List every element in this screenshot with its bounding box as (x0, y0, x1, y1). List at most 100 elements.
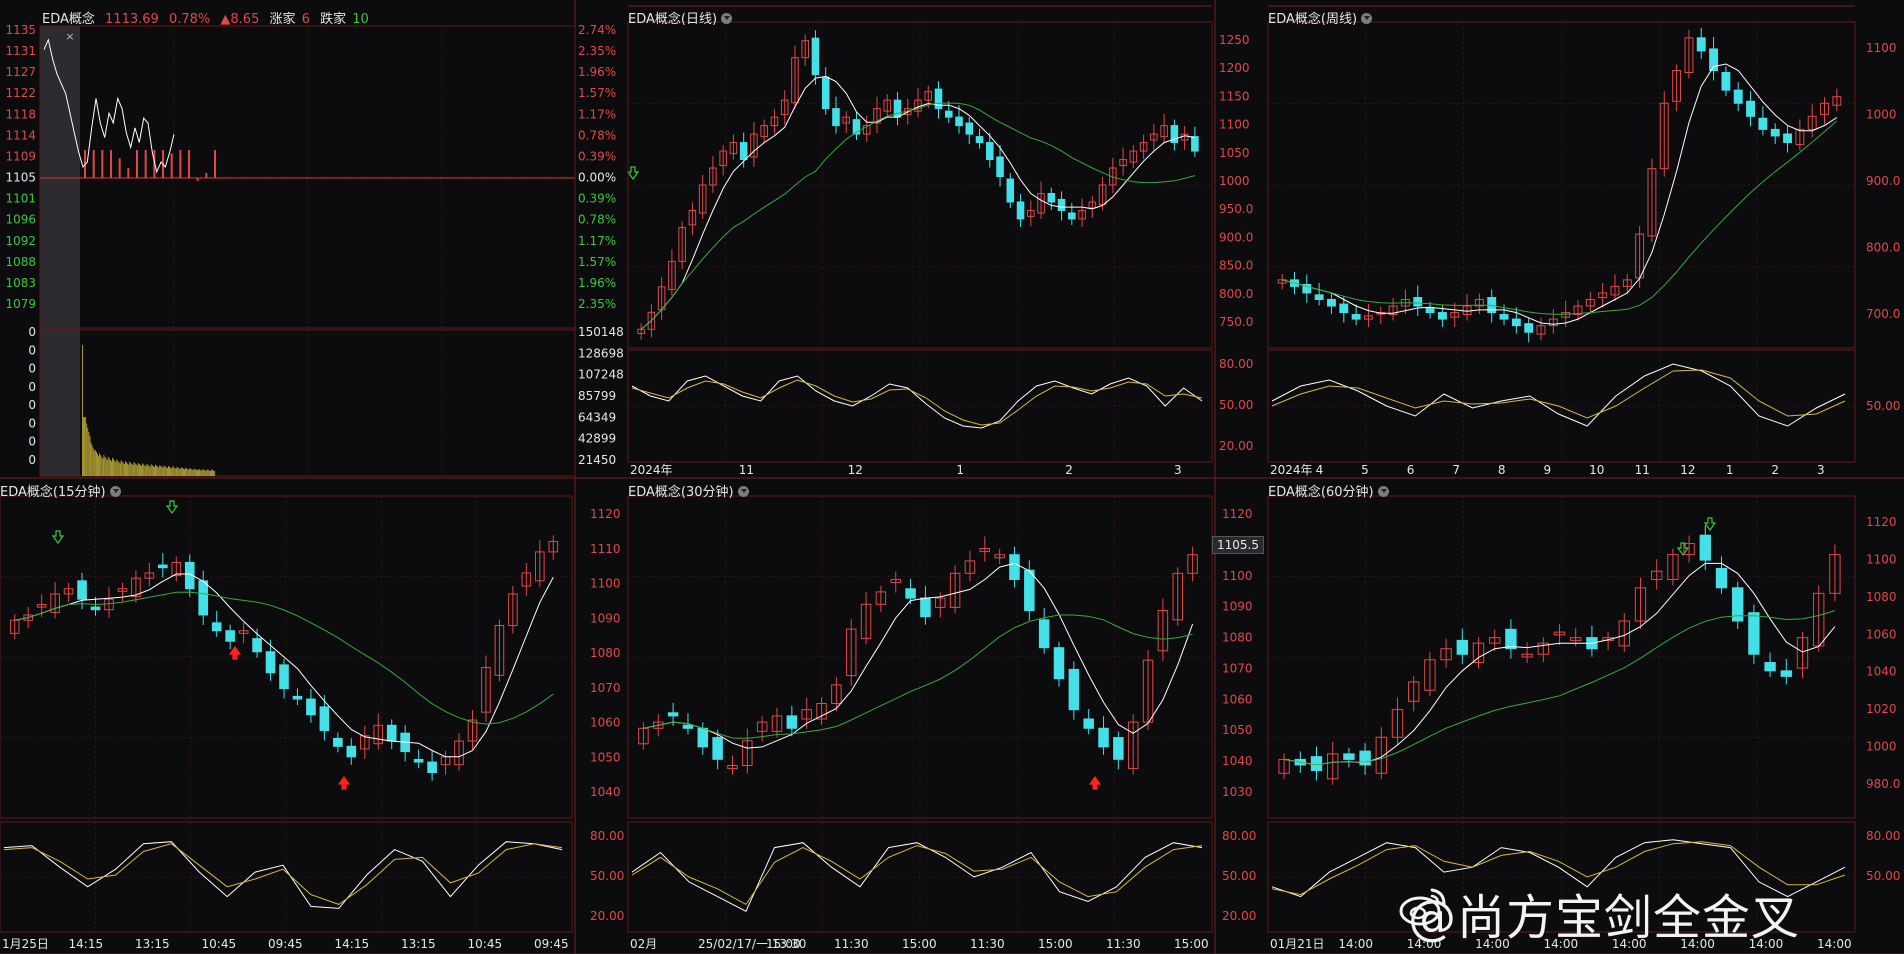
candle-body (1696, 37, 1706, 52)
y-tick-label: 1150 (1219, 89, 1250, 103)
x-tick-label: 9 (1544, 463, 1552, 477)
volume-bar (103, 455, 105, 476)
candle-body (739, 142, 748, 161)
volume-bar (128, 464, 130, 476)
30min-kline-chart[interactable]: 1120 1110 1100 1090 1080 1070 1060 1050 1040 80.0… (590, 495, 1213, 951)
volume-tick-label: 0 (28, 362, 36, 376)
y-tick-label-right: 1120 (1866, 515, 1897, 529)
candle-body (1499, 314, 1509, 320)
volume-tick-label: 128698 (578, 346, 624, 360)
volume-bar (179, 469, 181, 476)
minute-bar (101, 150, 104, 178)
close-marker-icon: × (65, 30, 74, 43)
x-tick-label: 11 (739, 463, 754, 477)
x-tick-label: 2 (1771, 463, 1779, 477)
y-tick-label-right: 700.0 (1866, 307, 1900, 321)
price-tick-label: 1105 (5, 171, 36, 185)
x-tick-label: 2024年 (1270, 463, 1313, 477)
volume-tick-label: 0 (28, 416, 36, 430)
weekly-kline-chart[interactable]: 1250 1200 1150 1100 1050 1000 950.0 900.0 850.0 8… (1219, 21, 1900, 477)
settings-dropdown-icon[interactable] (1377, 486, 1389, 497)
m15-panel-title[interactable]: EDA概念(15分钟) (0, 481, 121, 500)
volume-bar (99, 453, 100, 476)
volume-tick-label: 64349 (578, 410, 616, 424)
volume-bar (169, 466, 170, 476)
daily-panel-title[interactable]: EDA概念(日线) (628, 8, 733, 27)
y-tick-label: 850.0 (1219, 259, 1253, 273)
oscillator-k-line (631, 842, 1203, 912)
volume-bar (207, 469, 209, 476)
volume-bar (84, 417, 85, 476)
price-tick-label: 1079 (5, 297, 36, 311)
crosshair-price-label: 1105.5 (1212, 536, 1264, 554)
volume-bar (150, 464, 152, 476)
volume-bar (172, 466, 174, 476)
settings-dropdown-icon[interactable] (109, 486, 121, 497)
volume-bar (87, 427, 89, 476)
volume-tick-label: 0 (28, 398, 36, 412)
volume-bar (189, 468, 191, 476)
candle-body (265, 651, 276, 674)
price-tick-label: 1092 (5, 234, 36, 248)
x-tick-label: 6 (1407, 463, 1415, 477)
m15-title-text: EDA概念(15分钟) (0, 485, 106, 500)
settings-dropdown-icon[interactable] (737, 486, 749, 497)
volume-bar (119, 463, 121, 476)
candle-body (252, 638, 262, 653)
signal-arrow-icon (337, 775, 351, 790)
volume-tick-label: 0 (28, 435, 36, 449)
volume-tick-label: 42899 (578, 432, 616, 446)
volume-bar (110, 459, 111, 476)
candle-body (667, 712, 679, 717)
candle-body (975, 136, 984, 144)
settings-dropdown-icon[interactable] (1361, 13, 1373, 24)
volume-bar (208, 470, 210, 476)
volume-bar (162, 467, 164, 476)
signal-arrow-icon (51, 530, 65, 545)
intraday-chart[interactable]: 1135 1131 1127 1122 1118 1114 1109 1105 1101 1096… (5, 23, 624, 477)
x-tick-label: 2 (1065, 463, 1073, 477)
candle-body (1083, 718, 1094, 729)
minute-bar (214, 150, 216, 178)
candle-body (786, 715, 798, 729)
y-tick-label: 1120 (1222, 507, 1253, 521)
volume-bar (161, 466, 163, 476)
oscillator-d-line (1271, 369, 1846, 419)
volume-tick-label: 0 (28, 343, 36, 357)
x-tick-label: 15:00 (1038, 937, 1073, 951)
price-tick-label: 1118 (5, 107, 36, 121)
y-tick-label: 1080 (590, 646, 621, 660)
m60-panel-title[interactable]: EDA概念(60分钟) (1268, 481, 1389, 500)
oscillator-d-line (3, 843, 563, 905)
y-tick-label-right: 1100 (1866, 41, 1897, 55)
m30-panel-title[interactable]: EDA概念(30分钟) (628, 481, 749, 500)
x-tick-label: 8 (1498, 463, 1506, 477)
candle-body (944, 110, 953, 118)
volume-bar (92, 448, 94, 476)
volume-bar (115, 462, 117, 476)
weekly-title-text: EDA概念(周线) (1268, 12, 1358, 27)
y-tick-label: 1100 (1219, 118, 1250, 132)
ma-long-line (640, 102, 1196, 330)
y-tick-label: 800.0 (1219, 287, 1253, 301)
x-tick-label: 12 (848, 463, 863, 477)
daily-kline-chart[interactable]: 2024年 11 12 1 2 3 (627, 21, 1213, 477)
y-tick-label: 1050 (1222, 723, 1253, 737)
volume-bar (137, 462, 139, 476)
minute-bar (170, 153, 173, 178)
settings-dropdown-icon[interactable] (721, 13, 733, 24)
15min-kline-chart[interactable]: 1月25日 14:15 13:15 10:45 09:45 14:15 13:15 10:45… (0, 495, 573, 951)
x-tick-label: 15:00 (766, 937, 801, 951)
candle-body (1053, 647, 1065, 680)
volume-bar (164, 466, 166, 476)
x-tick-label: 02月 (630, 937, 657, 951)
y-tick-label: 1200 (1219, 61, 1250, 75)
y-tick-label-right: 980.0 (1866, 777, 1900, 791)
intraday-header: EDA概念 1113.69 0.78% ▲8.65 涨家 6 跌家 10 (42, 8, 375, 27)
minute-bar (205, 173, 208, 178)
candle-body (1770, 128, 1780, 137)
weekly-panel-title[interactable]: EDA概念(周线) (1268, 8, 1373, 27)
candle-body (1314, 294, 1324, 300)
y-tick-label: 1090 (590, 611, 621, 625)
volume-bar (158, 467, 160, 476)
